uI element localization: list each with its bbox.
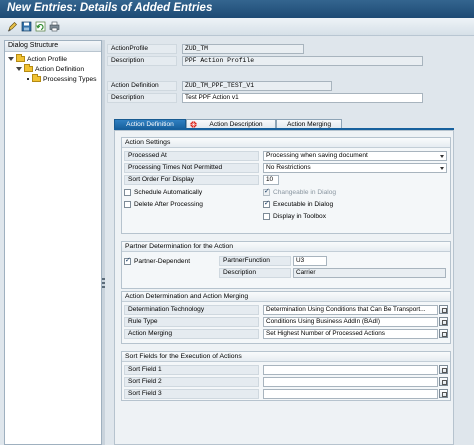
save-icon[interactable] xyxy=(21,21,32,32)
partner-determination-group: Partner Determination for the Action Par… xyxy=(121,241,451,289)
schedule-automatically-checkbox[interactable]: Schedule Automatically xyxy=(124,187,202,197)
checkbox-label: Display in Toolbox xyxy=(273,212,327,220)
profile-description-field: PPF Action Profile xyxy=(182,56,423,66)
value-help-icon[interactable] xyxy=(439,329,448,338)
action-merging-field[interactable]: Set Highest Number of Processed Actions xyxy=(263,329,438,339)
partner-function-input[interactable]: U3 xyxy=(293,256,327,266)
action-definition-field: ZUD_TM_PPF_TEST_V1 xyxy=(182,81,332,91)
checkbox-label: Executable in Dialog xyxy=(273,200,334,208)
definition-description-label: Description xyxy=(107,93,177,103)
chevron-down-icon xyxy=(440,167,444,170)
determination-technology-label: Determination Technology xyxy=(124,305,259,315)
tab-label: Action Merging xyxy=(287,121,331,128)
action-settings-group: Action Settings Processed At Processing … xyxy=(121,137,451,234)
expand-icon[interactable] xyxy=(8,57,14,61)
tree-node-label: Action Definition xyxy=(35,65,85,73)
value-help-icon[interactable] xyxy=(439,389,448,398)
action-profile-label: ActionProfile xyxy=(107,44,177,54)
sort-field-2-input[interactable] xyxy=(263,377,438,387)
checkbox-label: Schedule Automatically xyxy=(134,188,203,196)
determination-technology-field[interactable]: Determination Using Conditions that Can … xyxy=(263,305,438,315)
profile-description-label: Description xyxy=(107,56,177,66)
partner-description-label: Description xyxy=(219,268,291,278)
select-value: Processing when saving document xyxy=(266,152,368,159)
delete-after-processing-checkbox[interactable]: Delete After Processing xyxy=(124,199,203,209)
rule-type-field[interactable]: Conditions Using Business AddIn (BAdI) xyxy=(263,317,438,327)
display-in-toolbox-checkbox[interactable]: Display in Toolbox xyxy=(263,211,326,221)
rule-type-label: Rule Type xyxy=(124,317,259,327)
checkbox-box xyxy=(263,187,270,196)
value-help-icon[interactable] xyxy=(439,377,448,386)
partner-description-field: Carrier xyxy=(293,268,446,278)
error-status-icon xyxy=(190,121,197,128)
dialog-structure-panel: Dialog Structure Action Profile Action D… xyxy=(4,40,102,445)
tab-label: Action Description xyxy=(209,121,263,128)
processed-at-label: Processed At xyxy=(124,151,259,161)
tree-node-action-profile[interactable]: Action Profile xyxy=(8,54,67,64)
checkbox-box[interactable] xyxy=(124,256,131,265)
action-merging-label: Action Merging xyxy=(124,329,259,339)
panel-splitter[interactable] xyxy=(102,40,105,445)
sort-order-label: Sort Order For Display xyxy=(124,175,259,185)
tab-panel: Action Settings Processed At Processing … xyxy=(114,130,454,445)
processing-times-select[interactable]: No Restrictions xyxy=(263,163,447,173)
group-title: Partner Determination for the Action xyxy=(122,242,450,252)
folder-open-icon xyxy=(24,64,33,72)
checkbox-label: Delete After Processing xyxy=(134,200,203,208)
sort-field-2-label: Sort Field 2 xyxy=(124,377,259,387)
undo-icon[interactable] xyxy=(35,21,46,32)
executable-in-dialog-checkbox[interactable]: Executable in Dialog xyxy=(263,199,333,209)
action-profile-field: ZUD_TM xyxy=(182,44,304,54)
action-definition-label: Action Definition xyxy=(107,81,177,91)
checkbox-box[interactable] xyxy=(124,188,131,196)
edit-icon[interactable] xyxy=(7,21,18,32)
splitter-grip xyxy=(102,278,105,280)
partner-dependent-checkbox[interactable]: Partner-Dependent xyxy=(124,256,190,266)
partner-function-label: PartnerFunction xyxy=(219,256,291,266)
action-determination-group: Action Determination and Action Merging … xyxy=(121,291,451,344)
tree-node-label: Action Profile xyxy=(27,55,68,63)
value-help-icon[interactable] xyxy=(439,305,448,314)
changeable-in-dialog-checkbox: Changeable in Dialog xyxy=(263,187,336,197)
checkbox-box[interactable] xyxy=(263,212,270,220)
title-bar: New Entries: Details of Added Entries xyxy=(0,0,474,18)
processing-times-label: Processing Times Not Permitted xyxy=(124,163,259,173)
select-value: No Restrictions xyxy=(266,164,311,171)
main-content: ActionProfile ZUD_TM Description PPF Act… xyxy=(106,40,474,445)
chevron-down-icon xyxy=(440,155,444,158)
splitter-grip xyxy=(102,282,105,284)
checkbox-label: Partner-Dependent xyxy=(134,257,191,265)
checkbox-box[interactable] xyxy=(263,199,270,208)
checkbox-box[interactable] xyxy=(124,200,131,208)
group-title: Sort Fields for the Execution of Actions xyxy=(122,352,450,362)
folder-icon xyxy=(16,54,25,62)
folder-icon xyxy=(32,74,41,82)
sort-field-3-label: Sort Field 3 xyxy=(124,389,259,399)
processed-at-select[interactable]: Processing when saving document xyxy=(263,151,447,161)
value-help-icon[interactable] xyxy=(439,317,448,326)
sort-fields-group: Sort Fields for the Execution of Actions… xyxy=(121,351,451,401)
tab-label: Action Definition xyxy=(126,121,174,128)
splitter-grip xyxy=(102,286,105,288)
tree-node-processing-types[interactable]: Processing Types xyxy=(27,74,97,84)
sort-field-1-label: Sort Field 1 xyxy=(124,365,259,375)
application-toolbar xyxy=(0,18,474,36)
value-help-icon[interactable] xyxy=(439,365,448,374)
sort-order-input[interactable]: 10 xyxy=(263,175,279,185)
group-title: Action Settings xyxy=(122,138,450,148)
window-title: New Entries: Details of Added Entries xyxy=(7,2,213,14)
checkbox-label: Changeable in Dialog xyxy=(273,188,337,196)
group-title: Action Determination and Action Merging xyxy=(122,292,450,302)
dialog-structure-heading: Dialog Structure xyxy=(5,41,101,52)
sort-field-1-input[interactable] xyxy=(263,365,438,375)
bullet-icon xyxy=(27,78,29,80)
definition-description-field[interactable]: Test PPF Action v1 xyxy=(182,93,423,103)
sort-field-3-input[interactable] xyxy=(263,389,438,399)
expand-icon[interactable] xyxy=(16,67,22,71)
print-icon[interactable] xyxy=(49,21,60,32)
tree-node-label: Processing Types xyxy=(43,75,97,83)
tree-node-action-definition[interactable]: Action Definition xyxy=(16,64,84,74)
